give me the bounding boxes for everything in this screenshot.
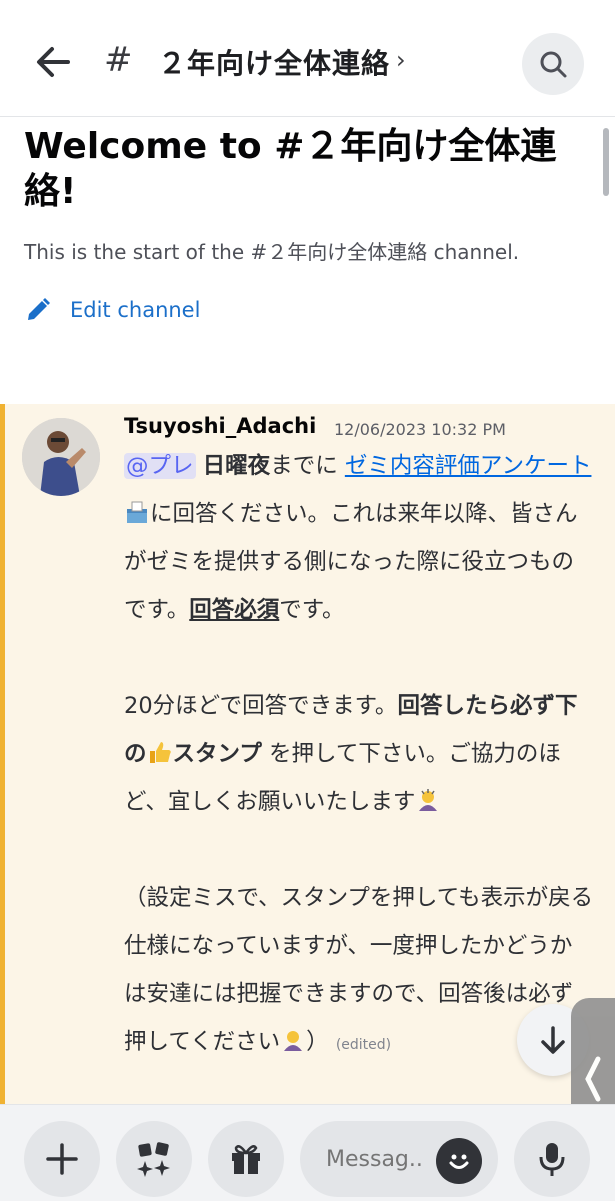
welcome-subtitle: This is the start of the #２年向け全体連絡 chann… <box>24 240 520 264</box>
avatar-image <box>22 418 100 496</box>
bowing-person-icon <box>419 789 438 811</box>
required-text: 回答必須 <box>189 597 280 623</box>
ballot-box-icon <box>127 501 147 523</box>
channel-hash-icon: # <box>104 40 133 80</box>
text: ） <box>306 1029 329 1055</box>
gift-icon <box>232 1145 260 1174</box>
add-button[interactable] <box>24 1121 100 1197</box>
arrow-down-icon <box>541 1026 565 1054</box>
voice-message-button[interactable] <box>514 1121 590 1197</box>
message-timestamp: 12/06/2023 10:32 PM <box>334 420 506 439</box>
apps-button[interactable] <box>116 1121 192 1197</box>
message[interactable]: Tsuyoshi_Adachi 12/06/2023 10:32 PM @プレ … <box>0 404 615 1104</box>
mention-highlight-bar <box>0 404 5 1104</box>
role-mention[interactable]: @プレ <box>124 453 196 479</box>
avatar[interactable] <box>22 418 100 496</box>
edited-label: (edited) <box>335 1037 392 1053</box>
back-button[interactable] <box>28 36 80 88</box>
bold-text: スタンプ <box>172 741 262 767</box>
emoji-button[interactable] <box>436 1138 482 1184</box>
edit-channel-label: Edit channel <box>70 298 201 322</box>
plus-icon <box>46 1143 78 1175</box>
composer-bar <box>0 1104 615 1201</box>
arrow-left-icon <box>37 47 70 77</box>
search-button[interactable] <box>522 33 584 95</box>
smile-icon <box>449 1154 469 1169</box>
channel-title[interactable]: ２年向け全体連絡 <box>158 42 390 82</box>
pencil-icon <box>28 298 50 320</box>
chevron-right-icon[interactable]: › <box>396 46 406 74</box>
apps-sparkle-icon <box>137 1142 170 1177</box>
message-author[interactable]: Tsuyoshi_Adachi <box>124 414 316 438</box>
text: 20分ほどで回答できます。 <box>124 693 398 719</box>
search-icon <box>540 51 567 78</box>
chevron-left-icon <box>585 1056 601 1102</box>
thumbs-up-icon <box>149 742 171 763</box>
gift-button[interactable] <box>208 1121 284 1197</box>
bold-text: 日曜夜 <box>202 453 271 479</box>
survey-link[interactable]: ゼミ内容評価アンケート <box>345 453 592 479</box>
scrollbar[interactable] <box>603 128 609 196</box>
message-content: @プレ 日曜夜までに ゼミ内容評価アンケートに回答ください。これは来年以降、皆さ… <box>124 442 594 1069</box>
bowing-person-icon <box>284 1031 303 1051</box>
microphone-icon <box>539 1143 565 1176</box>
edit-channel-button[interactable]: Edit channel <box>24 296 200 324</box>
text: です。 <box>279 597 345 623</box>
channel-header: # ２年向け全体連絡 › <box>0 0 615 117</box>
welcome-title: Welcome to #２年向け全体連絡! <box>24 126 557 212</box>
text: までに <box>270 453 345 479</box>
